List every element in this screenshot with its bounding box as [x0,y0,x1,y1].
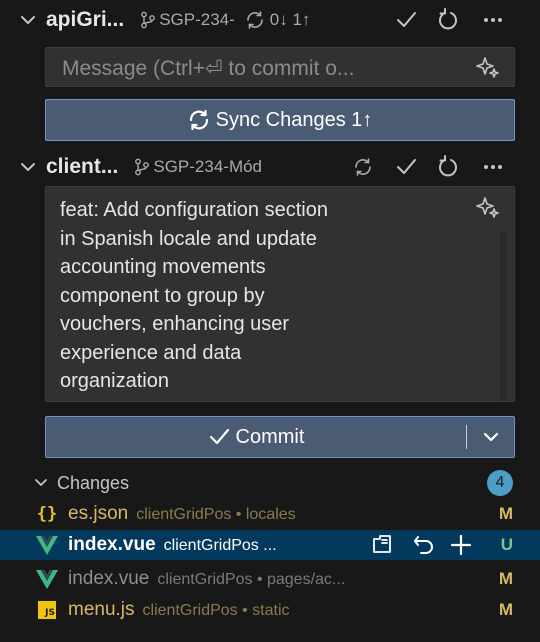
file-path: clientGridPos • static [142,602,290,619]
chevron-down-icon [483,432,498,442]
file-path: clientGridPos • locales [136,506,296,523]
message-line: organization [60,370,169,392]
stage-changes-icon[interactable] [449,533,473,557]
message-line: experience and data [60,341,242,364]
repo-name: client... [46,155,119,178]
file-name-wrap: index.vue clientGridPos ... [68,534,277,556]
message-line: vouchers, enhancing user [60,313,290,335]
file-name-wrap: menu.js clientGridPos • static [68,599,290,621]
branch-name: SGP-234- [159,10,235,29]
sync-icon[interactable] [353,157,373,177]
branch-indicator[interactable]: SGP-234- [140,10,235,30]
scrollbar-track[interactable] [500,231,506,401]
chevron-down-icon[interactable] [20,12,36,28]
changes-label: Changes [57,472,130,493]
message-line: feat: Add configuration section [60,199,328,221]
commit-label: Commit [235,425,305,448]
file-name-wrap: es.json clientGridPos • locales [68,503,296,525]
vue-icon [36,534,58,556]
commit-message-input-apigrid[interactable]: Message (Ctrl+⏎ to commit o... [45,47,515,87]
commit-message-input-client[interactable]: feat: Add configuration section in Spani… [45,186,515,402]
message-line: component to group by [60,284,265,307]
sync-icon [189,109,208,131]
commit-button[interactable]: Commit [45,416,515,458]
changes-count-badge: 4 [487,470,513,496]
chevron-down-icon[interactable] [20,159,36,175]
js-icon: JS [36,599,58,621]
file-name-wrap: index.vue clientGridPos • pages/ac... [68,568,345,590]
changes-section-header[interactable]: Changes 4 [0,468,540,498]
refresh-icon[interactable] [437,155,459,179]
open-file-icon[interactable] [370,533,394,557]
vue-icon [36,568,58,590]
file-row[interactable]: JS menu.js clientGridPos • static M [0,595,540,625]
repo-name: apiGri... [46,8,125,31]
file-name: index.vue [68,534,156,555]
branch-indicator[interactable]: SGP-234-Mód [134,157,262,177]
file-row-selected[interactable]: index.vue clientGridPos ... U [0,530,540,560]
more-actions-icon[interactable] [482,9,504,31]
status-modified: M [498,504,513,523]
chevron-down-icon[interactable] [34,476,48,490]
message-placeholder: Message (Ctrl+⏎ to commit o... [62,57,355,80]
sparkle-icon[interactable] [476,195,500,224]
sync-counts: 0↓ 1↑ [269,10,311,29]
repo-header-client[interactable]: client... SGP-234-Mód [0,147,540,187]
message-line: accounting movements [60,256,266,278]
commit-main-action[interactable]: Commit [46,417,466,457]
file-name: menu.js [68,599,135,620]
status-modified: M [498,600,513,619]
sync-changes-label: Sync Changes 1↑ [215,108,373,131]
commit-check-icon[interactable] [395,156,417,178]
file-path: clientGridPos • pages/ac... [157,571,346,588]
file-row[interactable]: index.vue clientGridPos • pages/ac... M [0,564,540,594]
file-name: index.vue [68,568,150,589]
file-row[interactable]: {} es.json clientGridPos • locales M [0,499,540,529]
branch-icon [135,158,150,176]
discard-changes-icon[interactable] [412,533,436,557]
more-actions-icon[interactable] [482,156,504,178]
sync-status[interactable]: 0↓ 1↑ [245,10,311,30]
json-icon: {} [36,504,58,524]
file-name: es.json [68,503,129,524]
repo-header-apigrid[interactable]: apiGri... SGP-234- 0↓ 1↑ [0,0,540,40]
commit-check-icon[interactable] [395,9,417,31]
sparkle-icon[interactable] [476,55,500,84]
commit-dropdown[interactable] [467,417,514,457]
status-modified: M [498,569,513,588]
status-untracked: U [500,535,513,554]
commit-message-text[interactable]: feat: Add configuration section in Spani… [60,196,460,396]
sync-changes-button[interactable]: Sync Changes 1↑ [45,99,515,141]
sync-icon [246,11,263,29]
refresh-icon[interactable] [437,8,459,32]
branch-icon [141,11,156,29]
message-line: in Spanish locale and update [60,227,317,250]
check-icon [209,428,229,445]
branch-name: SGP-234-Mód [153,157,263,176]
file-path: clientGridPos ... [163,537,277,554]
